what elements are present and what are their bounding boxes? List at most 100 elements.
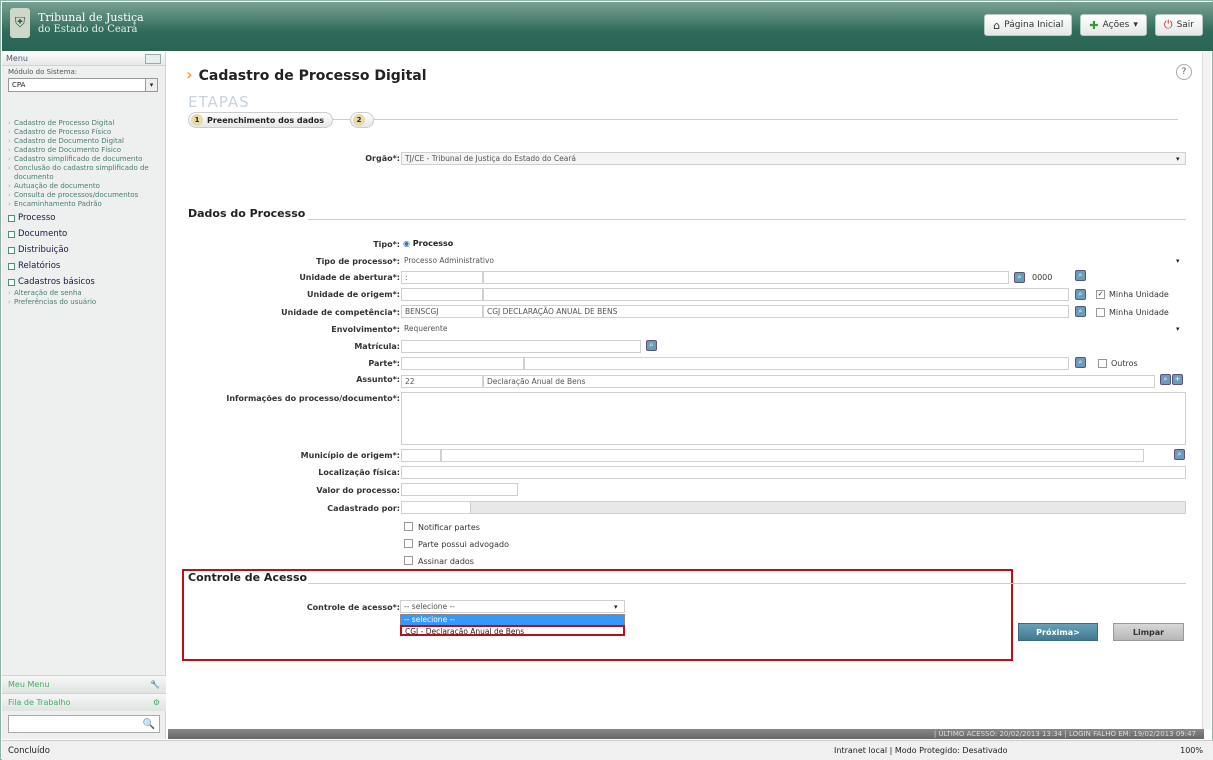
dropdown-option-selecione[interactable]: -- selecione --	[401, 615, 624, 625]
notificar-partes-label: Notificar partes	[418, 523, 480, 532]
module-select[interactable]: CPA ▾	[8, 78, 158, 92]
sidebar-link-autuacao[interactable]: Autuação de documento	[8, 182, 165, 191]
sidebar-link-alteracao-senha[interactable]: Alteração de senha	[8, 289, 165, 298]
sidebar-link-conclusao-cadastro[interactable]: Conclusão do cadastro simplificado de do…	[8, 164, 165, 182]
notificar-partes-checkbox[interactable]	[404, 522, 413, 531]
outros-checkbox[interactable]	[1098, 359, 1107, 368]
sidebar-link-encaminhamento[interactable]: Encaminhamento Padrão	[8, 200, 165, 209]
search-icon[interactable]: ⌕	[646, 340, 657, 351]
sidebar-link-cadastro-simplificado[interactable]: Cadastro simplificado de documento	[8, 155, 165, 164]
meu-menu-panel[interactable]: Meu Menu 🔧	[2, 675, 166, 693]
sidebar-section-cadastros-basicos[interactable]: Cadastros básicos	[2, 275, 165, 289]
unidade-competencia-name-input[interactable]: CGJ DECLARAÇÃO ANUAL DE BENS	[483, 305, 1069, 318]
cadastrado-label: Cadastrado por:	[327, 504, 400, 513]
wrench-icon[interactable]: 🔧	[150, 680, 160, 689]
exit-button[interactable]: ⏻ Sair	[1154, 14, 1203, 36]
section-label: Documento	[18, 229, 68, 239]
dropdown-option-cgj[interactable]: CGJ - Declaração Anual de Bens	[400, 625, 625, 636]
parte-code-input[interactable]	[401, 357, 524, 370]
minha-unidade-checkbox-1[interactable]: ✓	[1096, 290, 1105, 299]
chevron-down-icon: ▾	[1176, 155, 1180, 163]
zoom-level[interactable]: 100%	[1180, 746, 1203, 755]
sidebar-link-cadastro-processo-digital[interactable]: Cadastro de Processo Digital	[8, 119, 165, 128]
help-icon[interactable]: ?	[1176, 64, 1192, 80]
parte-label: Parte*:	[368, 359, 400, 368]
assinar-dados-checkbox[interactable]	[404, 556, 413, 565]
orgao-select[interactable]: TJ/CE - Tribunal de Justiça do Estado do…	[401, 152, 1186, 165]
logo[interactable]: ⛨ Tribunal de Justiça do Estado do Ceará	[10, 8, 144, 38]
minha-unidade-checkbox-2[interactable]	[1096, 308, 1105, 317]
tipo-radio[interactable]: ◉ Processo	[403, 239, 453, 248]
section-label: Processo	[18, 213, 56, 223]
parte-advogado-checkbox[interactable]	[404, 539, 413, 548]
menu-header[interactable]: Menu	[2, 52, 165, 66]
unidade-abertura-name-input[interactable]	[483, 271, 1009, 284]
sidebar-link-consulta[interactable]: Consulta de processos/documentos	[8, 191, 165, 200]
step-1-label: Preenchimento dos dados	[207, 115, 324, 125]
unidade-competencia-code-input[interactable]: BENSCGJ	[401, 305, 483, 318]
localizacao-input[interactable]	[401, 466, 1186, 479]
logo-subtitle: do Estado do Ceará	[38, 23, 138, 35]
search-icon[interactable]: ⌕	[1075, 270, 1086, 281]
add-icon[interactable]: +	[1172, 374, 1183, 385]
search-icon[interactable]: ⌕	[1174, 449, 1185, 460]
sidebar-link-preferencias[interactable]: Preferências do usuário	[8, 298, 165, 307]
scrollbar[interactable]	[1202, 52, 1211, 729]
home-button[interactable]: ⌂ Página Inicial	[984, 14, 1073, 36]
crest-icon: ⛨	[10, 8, 30, 38]
sidebar-link-cadastro-processo-fisico[interactable]: Cadastro de Processo Físico	[8, 128, 165, 137]
matricula-input[interactable]	[401, 340, 641, 353]
sidebar-section-distribuicao[interactable]: Distribuição	[2, 243, 165, 257]
sidebar-link-cadastro-documento-fisico[interactable]: Cadastro de Documento Físico	[8, 146, 165, 155]
sidebar-section-relatorios[interactable]: Relatórios	[2, 259, 165, 273]
sidebar-section-processo[interactable]: Processo	[2, 211, 165, 225]
minha-unidade-label-2: Minha Unidade	[1109, 308, 1169, 317]
controle-acesso-select[interactable]: -- selecione --	[400, 600, 625, 613]
actions-button[interactable]: ✚ Ações ▾	[1080, 14, 1147, 36]
unidade-competencia-label: Unidade de competência*:	[281, 308, 400, 317]
sidebar: Menu Módulo do Sistema: CPA ▾ Cadastro d…	[2, 52, 166, 739]
step-2-number: 2	[353, 114, 365, 126]
sidebar-search-input[interactable]: 🔍	[8, 715, 160, 733]
chevron-down-icon: ▾	[1133, 20, 1138, 30]
informacoes-textarea[interactable]	[401, 392, 1186, 445]
search-icon[interactable]: 🔍	[143, 719, 155, 730]
settings-icon[interactable]: ⚙	[153, 698, 160, 707]
unidade-origem-code-input[interactable]	[401, 288, 483, 301]
power-icon: ⏻	[1163, 18, 1173, 31]
search-icon[interactable]: ⌕	[1014, 272, 1025, 283]
browser-window: ⛨ Tribunal de Justiça do Estado do Ceará…	[0, 0, 1213, 760]
search-icon[interactable]: ⌕	[1075, 357, 1086, 368]
home-button-label: Página Inicial	[1004, 20, 1064, 30]
sidebar-link-cadastro-documento-digital[interactable]: Cadastro de Documento Digital	[8, 137, 165, 146]
fila-trabalho-panel[interactable]: Fila de Trabalho ⚙	[2, 693, 166, 711]
folder-icon	[8, 230, 15, 238]
assunto-name-input[interactable]: Declaração Anual de Bens	[483, 375, 1155, 388]
step-1-number: 1	[191, 114, 203, 126]
assunto-code-input[interactable]: 22	[401, 375, 483, 388]
exit-button-label: Sair	[1176, 20, 1194, 30]
unidade-origem-name-input[interactable]	[483, 288, 1069, 301]
envolvimento-select[interactable]: Requerente	[401, 323, 1186, 336]
envolvimento-label: Envolvimento*:	[331, 325, 400, 334]
security-zone: Intranet local | Modo Protegido: Desativ…	[834, 746, 1008, 755]
municipio-code-input[interactable]	[401, 449, 441, 462]
search-icon[interactable]: ⌕	[1075, 289, 1086, 300]
sidebar-section-documento[interactable]: Documento	[2, 227, 165, 241]
tipo-processo-select[interactable]: Processo Administrativo	[401, 255, 1186, 268]
municipio-name-input[interactable]	[441, 449, 1144, 462]
search-icon[interactable]: ⌕	[1075, 306, 1086, 317]
menu-toggle-icon[interactable]	[145, 53, 161, 64]
orgao-label: Orgão*:	[365, 154, 400, 163]
parte-name-input[interactable]	[524, 357, 1069, 370]
plus-icon: ✚	[1089, 18, 1099, 32]
step-line	[188, 119, 1178, 120]
unidade-abertura-code-input[interactable]: :	[401, 271, 483, 284]
home-icon: ⌂	[993, 18, 1001, 32]
next-button[interactable]: Próxima>	[1018, 623, 1098, 641]
search-icon[interactable]: ⌕	[1160, 374, 1171, 385]
chevron-down-icon: ▾	[614, 603, 618, 611]
module-label: Módulo do Sistema:	[8, 68, 78, 76]
valor-input[interactable]	[401, 483, 518, 496]
clear-button[interactable]: Limpar	[1113, 623, 1184, 641]
